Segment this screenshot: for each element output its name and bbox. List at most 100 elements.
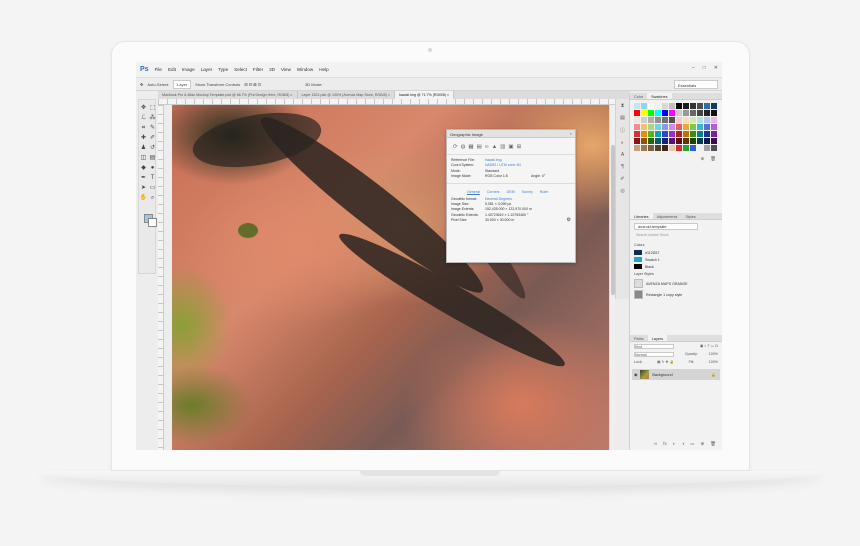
color-swatch[interactable] [690, 124, 696, 130]
menu-file[interactable]: File [155, 67, 162, 72]
tab-corners[interactable]: Corners [487, 190, 500, 194]
color-swatch[interactable] [690, 117, 696, 123]
color-swatch[interactable] [711, 117, 717, 123]
library-dropdown[interactable]: android-template [634, 223, 698, 230]
layers-icon[interactable]: ▤ [477, 144, 482, 150]
menu-help[interactable]: Help [319, 67, 328, 72]
color-swatch[interactable] [655, 138, 661, 144]
fill-value[interactable]: 100% [709, 360, 718, 364]
color-swatch[interactable] [683, 145, 689, 151]
color-swatch[interactable] [655, 145, 661, 151]
doc-tab-hawaii[interactable]: hawaii.img @ 71.7% (RGB/8) × [394, 91, 455, 99]
menu-view[interactable]: View [281, 67, 291, 72]
gradient-icon[interactable]: ▤ [149, 154, 157, 162]
layer-row-background[interactable]: ◉ Background 🔒 [632, 369, 720, 380]
color-swatch[interactable] [683, 110, 689, 116]
trash-icon[interactable]: 🗑 [710, 156, 716, 162]
auto-select-dropdown[interactable]: Layer [173, 79, 192, 89]
crop-icon[interactable]: ⌗ [140, 124, 148, 132]
settings-icon[interactable]: ⚙ [567, 217, 571, 223]
auto-select-checkbox[interactable]: Auto-Select: [147, 82, 169, 87]
color-swatch[interactable] [641, 145, 647, 151]
menu-window[interactable]: Window [297, 67, 313, 72]
fx-icon[interactable]: fx [663, 441, 667, 447]
export-icon[interactable]: ⊞ [517, 144, 522, 150]
layer-name[interactable]: Background [652, 373, 672, 377]
color-swatch[interactable] [676, 117, 682, 123]
pen-icon[interactable]: ✒ [140, 174, 148, 182]
paragraph-icon[interactable]: ¶ [621, 164, 624, 170]
color-swatch[interactable] [683, 124, 689, 130]
tab-layers[interactable]: Layers [647, 335, 668, 341]
transform-controls-checkbox[interactable]: Show Transform Controls [195, 82, 240, 87]
color-swatch[interactable] [676, 110, 682, 116]
color-swatch[interactable] [676, 138, 682, 144]
filter-icons[interactable]: ▣ ◐ T ▭ ⊡ [700, 344, 718, 348]
color-swatch[interactable] [676, 145, 682, 151]
lock-icons[interactable]: ▦ ✎ ✥ 🔒 [657, 360, 674, 364]
color-swatch[interactable] [648, 145, 654, 151]
lasso-icon[interactable]: ℒ [140, 114, 148, 122]
new-swatch-icon[interactable]: ⊕ [701, 156, 705, 162]
tab-libraries[interactable]: Libraries [630, 213, 653, 219]
library-color-item[interactable]: Swatch 1 [630, 256, 722, 263]
color-swatch[interactable] [704, 145, 710, 151]
color-swatch[interactable] [711, 138, 717, 144]
stock-search-input[interactable]: Search Adobe Stock [634, 233, 718, 239]
library-color-item[interactable]: Black [630, 263, 722, 270]
color-swatch[interactable] [641, 103, 647, 109]
color-swatch[interactable] [669, 138, 675, 144]
color-swatch[interactable] [669, 145, 675, 151]
color-swatch[interactable] [711, 103, 717, 109]
color-swatch[interactable] [683, 131, 689, 137]
color-swatch[interactable] [648, 124, 654, 130]
menu-layer[interactable]: Layer [201, 67, 213, 72]
tab-general[interactable]: General [467, 190, 480, 194]
marquee-icon[interactable]: ⬚ [149, 104, 157, 112]
color-swatch[interactable] [697, 131, 703, 137]
color-swatch[interactable] [704, 117, 710, 123]
doc-tab-layer[interactable]: Layer 1521.psb @ 100% (Avenza Map Store,… [298, 91, 395, 99]
trash-icon[interactable]: 🗑 [710, 441, 716, 447]
color-swatch[interactable] [648, 138, 654, 144]
color-swatch[interactable] [641, 110, 647, 116]
color-swatch[interactable] [655, 110, 661, 116]
color-swatch[interactable] [690, 103, 696, 109]
healing-icon[interactable]: ✚ [140, 134, 148, 142]
color-swatch[interactable] [697, 124, 703, 130]
color-swatch[interactable] [655, 131, 661, 137]
color-swatch[interactable] [641, 117, 647, 123]
color-swatch[interactable] [690, 145, 696, 151]
color-swatch[interactable] [711, 131, 717, 137]
close-button[interactable]: ✕ [714, 65, 718, 71]
color-swatch[interactable] [669, 124, 675, 130]
tab-ruler[interactable]: Ruler [540, 190, 549, 194]
color-swatch[interactable] [634, 131, 640, 137]
color-swatch[interactable] [662, 124, 668, 130]
tab-paths[interactable]: Paths [630, 335, 648, 341]
color-swatch[interactable] [683, 138, 689, 144]
menu-type[interactable]: Type [218, 67, 228, 72]
calendar-icon[interactable]: ▣ [508, 144, 513, 150]
color-swatch[interactable] [641, 138, 647, 144]
color-swatch[interactable] [648, 110, 654, 116]
move-icon[interactable]: ✥ [140, 104, 148, 112]
table-icon[interactable]: ▥ [500, 144, 505, 150]
terrain-icon[interactable]: ▲ [492, 144, 497, 150]
brush-icon[interactable]: ✐ [149, 134, 157, 142]
menu-3d[interactable]: 3D [269, 67, 275, 72]
library-style-item[interactable]: Rectangle 1 copy style [630, 289, 722, 300]
eye-icon[interactable]: ◉ [634, 372, 637, 377]
color-swatch[interactable] [655, 103, 661, 109]
history-brush-icon[interactable]: ↺ [149, 144, 157, 152]
adjustment-layer-icon[interactable]: ◑ [682, 441, 685, 447]
geo-panel-header[interactable]: Geographic Image × [447, 130, 575, 138]
grid-icon[interactable]: ▦ [468, 144, 473, 150]
color-swatch[interactable] [662, 145, 668, 151]
color-swatch[interactable] [697, 110, 703, 116]
brush-settings-icon[interactable]: ✐ [620, 176, 624, 182]
color-swatch[interactable] [697, 138, 703, 144]
color-swatch[interactable] [676, 131, 682, 137]
tab-dem[interactable]: DEM [507, 190, 515, 194]
tab-styles[interactable]: Styles [681, 213, 699, 219]
